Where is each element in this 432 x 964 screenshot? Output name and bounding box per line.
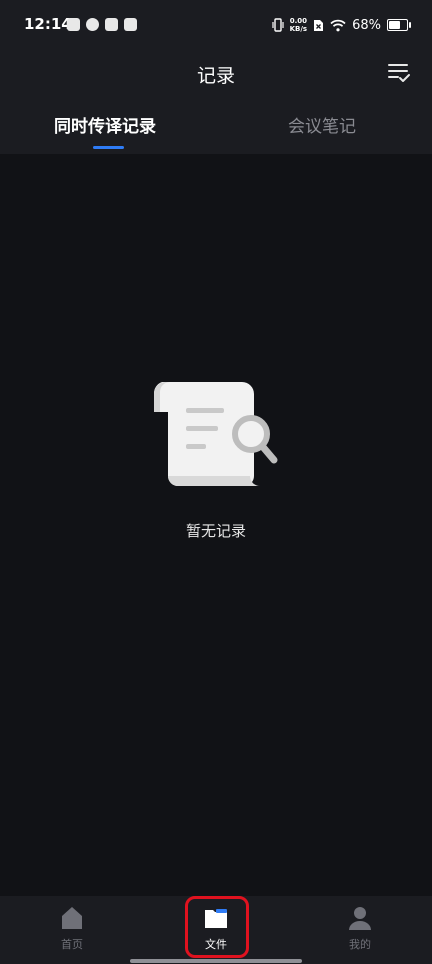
record-tabs: 同时传译记录 会议笔记 (0, 96, 432, 154)
store-icon (67, 18, 80, 31)
page-title: 记录 (196, 65, 235, 87)
tab-meeting-notes[interactable]: 会议笔记 (288, 112, 356, 137)
notification-icons (67, 18, 137, 31)
nav-mine[interactable]: 我的 (320, 904, 400, 958)
message-icon (124, 18, 137, 31)
network-speed-unit: KB/s (289, 25, 308, 33)
home-indicator[interactable] (130, 959, 302, 963)
status-bar: 12:14 0.00 KB/s 68% (0, 0, 432, 52)
status-time: 12:14 (24, 15, 72, 33)
battery-icon (387, 19, 411, 31)
app-notification-icon (86, 18, 99, 31)
app-screen: 12:14 0.00 KB/s 68% 记录 同时传译记录 会议笔记 暂无记录 … (0, 0, 432, 964)
wifi-icon (330, 19, 346, 31)
highlight-annotation (185, 896, 249, 958)
tab-interpretation-records[interactable]: 同时传译记录 (54, 112, 156, 137)
person-icon (349, 907, 371, 930)
network-speed: 0.00 KB/s (290, 17, 307, 33)
battery-level (389, 21, 400, 29)
battery-percent: 68% (352, 17, 381, 33)
active-tab-indicator (93, 146, 124, 149)
no-sim-icon (314, 19, 324, 31)
nav-mine-label: 我的 (349, 938, 371, 951)
filter-list-icon (388, 64, 410, 82)
nav-home[interactable]: 首页 (32, 904, 112, 958)
app-header: 记录 (0, 52, 432, 96)
nav-home-label: 首页 (61, 938, 83, 951)
network-speed-value: 0.00 (289, 17, 307, 25)
filter-button[interactable] (386, 60, 412, 86)
system-status: 0.00 KB/s 68% (272, 14, 411, 36)
mail-icon (105, 18, 118, 31)
empty-records-illustration (153, 382, 278, 486)
home-icon (62, 907, 82, 929)
empty-state-message: 暂无记录 (185, 522, 246, 540)
vibrate-icon (272, 18, 284, 32)
